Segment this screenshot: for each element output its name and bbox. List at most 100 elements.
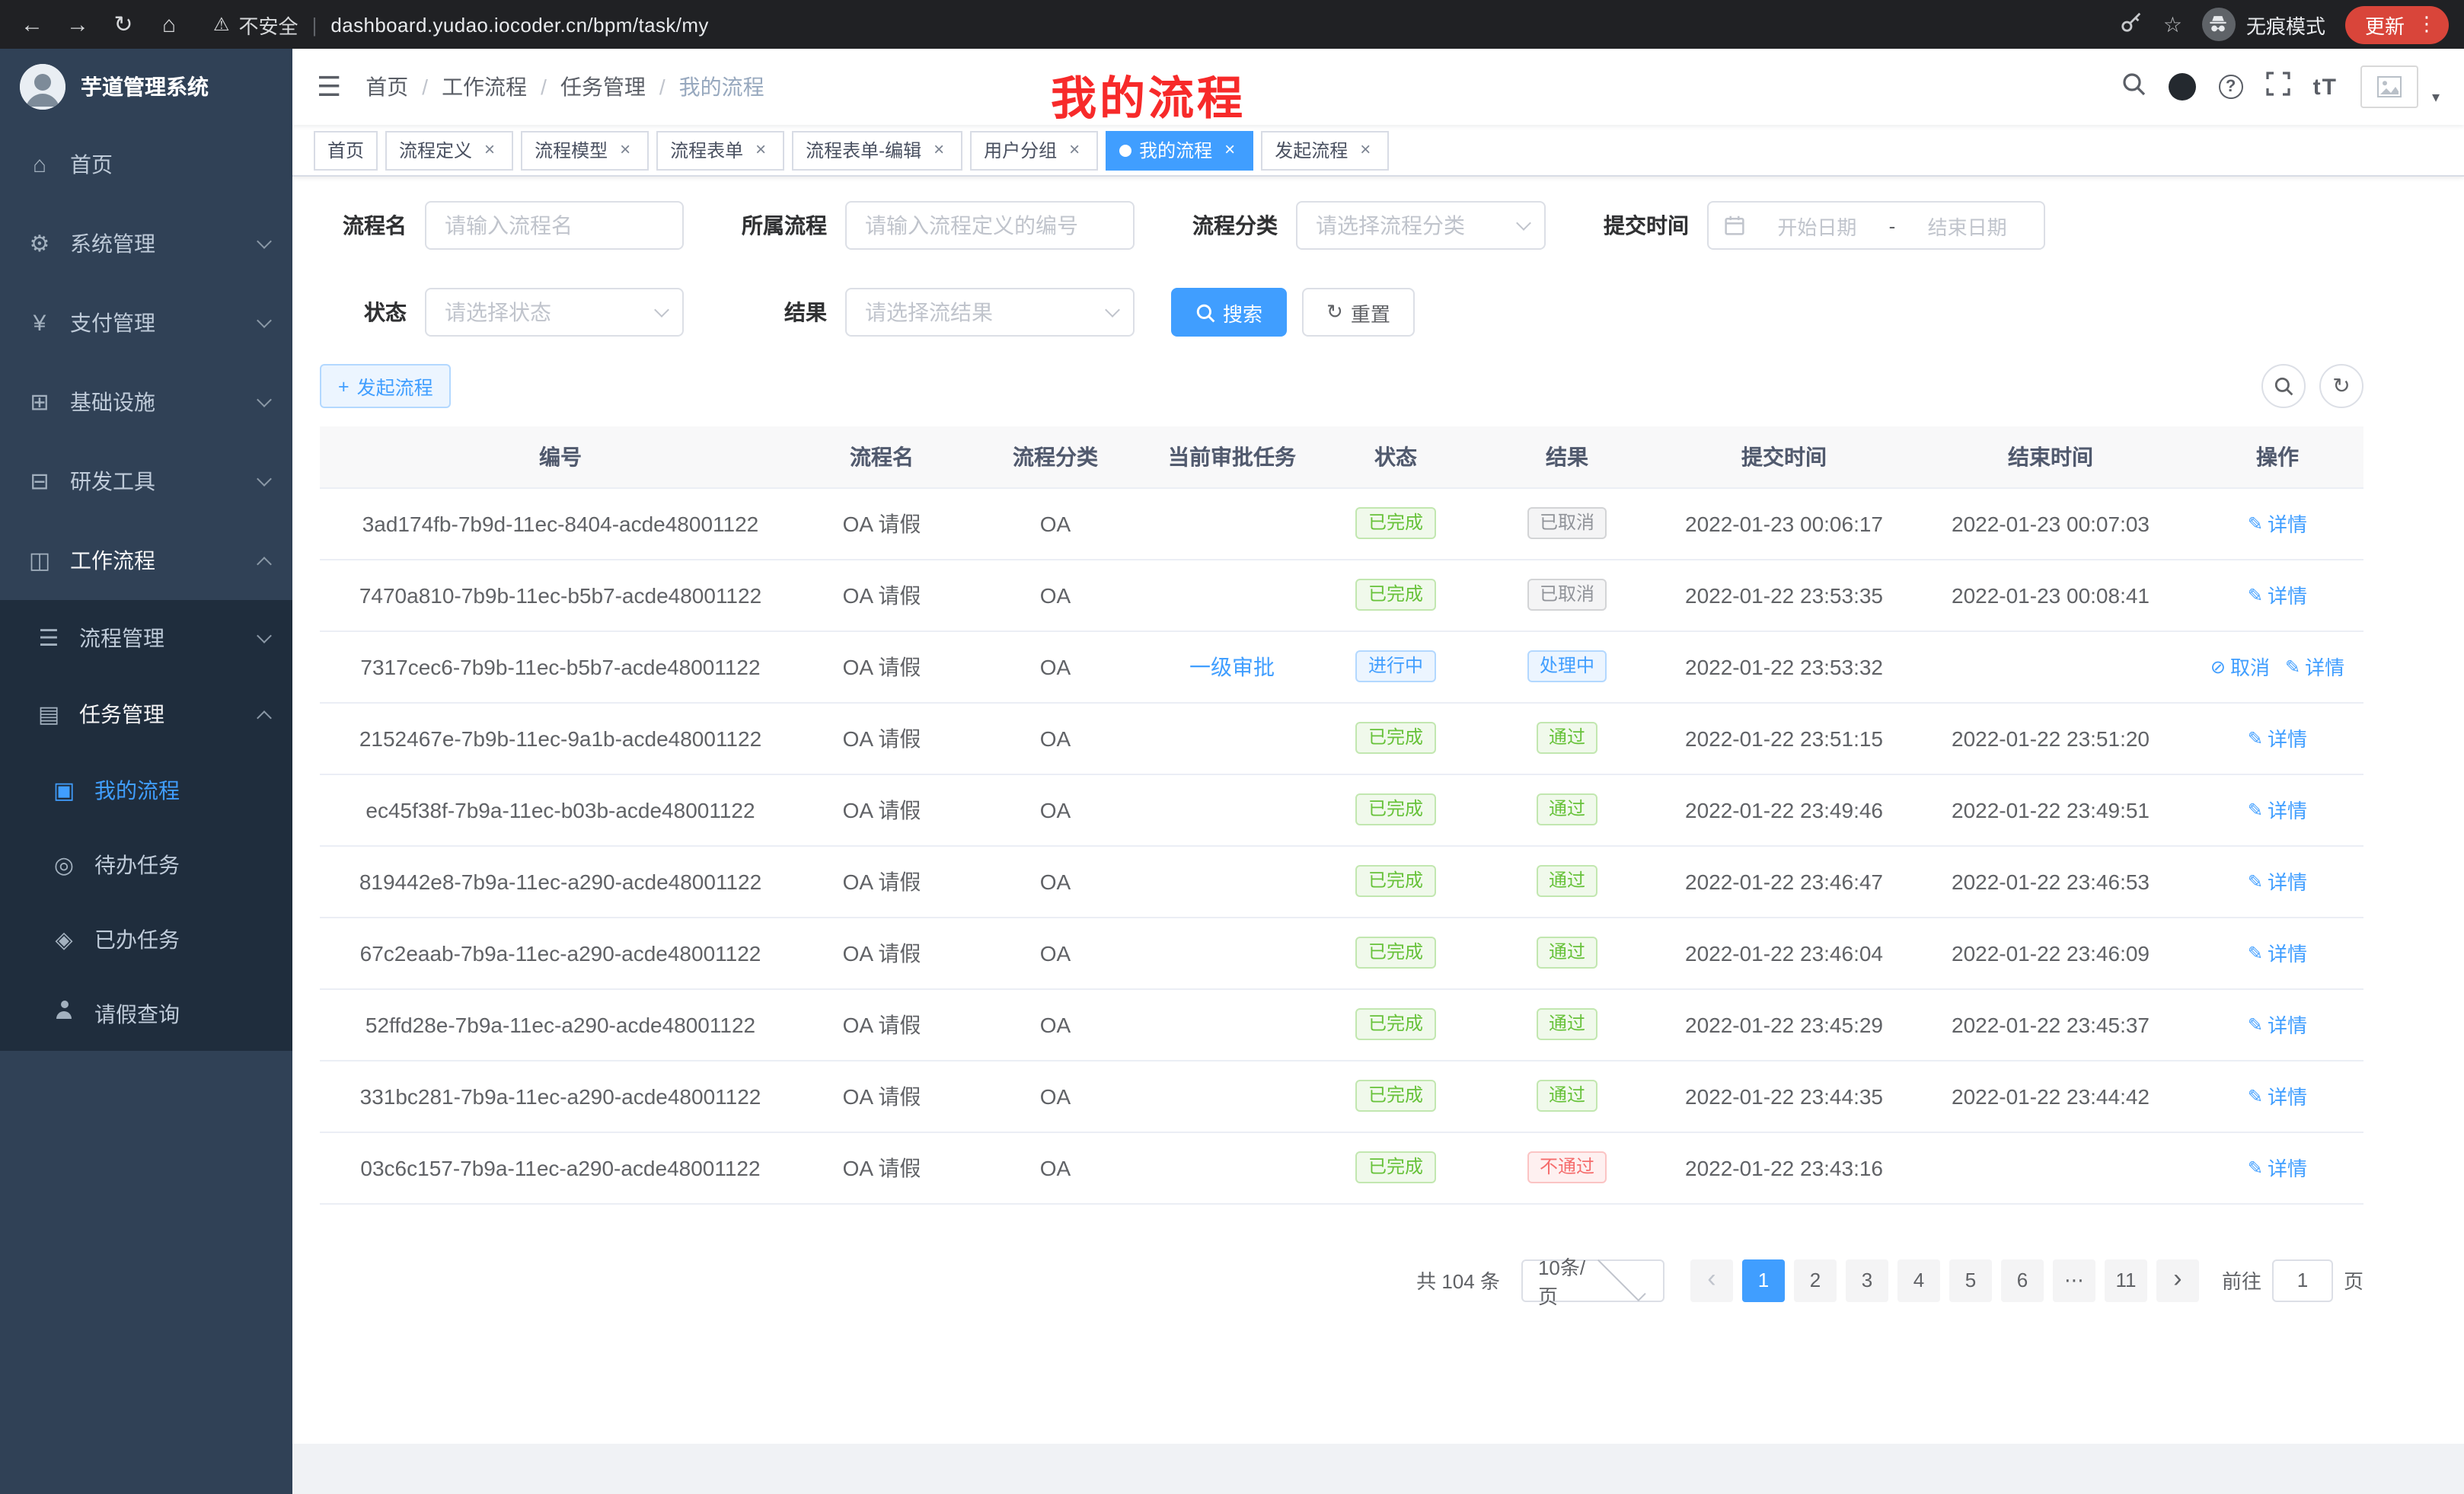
submit-time-range-picker[interactable]: 开始日期 - 结束日期 — [1707, 201, 2045, 250]
browser-home-icon[interactable]: ⌂ — [146, 11, 192, 37]
tab-label: 流程表单-编辑 — [806, 137, 921, 163]
app-logo[interactable]: 芋道管理系统 — [0, 49, 292, 125]
sidebar-item-task-management[interactable]: ▤ 任务管理 — [0, 676, 292, 752]
detail-link[interactable]: ✎详情 — [2248, 1153, 2307, 1182]
detail-link[interactable]: ✎详情 — [2248, 509, 2307, 538]
breadcrumb-item[interactable]: 首页 — [365, 72, 408, 102]
hamburger-icon[interactable]: ☰ — [317, 71, 341, 103]
detail-link[interactable]: ✎详情 — [2248, 867, 2307, 895]
sidebar-item-leave-query[interactable]: 请假查询 — [0, 976, 292, 1051]
close-icon[interactable]: × — [615, 140, 635, 160]
goto-page-input[interactable] — [2272, 1259, 2333, 1301]
back-icon[interactable]: ← — [9, 11, 55, 37]
help-icon[interactable]: ? — [2219, 75, 2243, 99]
detail-link[interactable]: ✎详情 — [2248, 795, 2307, 824]
table-header-row: 编号 流程名 流程分类 当前审批任务 状态 结果 提交时间 结束时间 操作 — [320, 426, 2363, 487]
page-button[interactable]: 11 — [2105, 1259, 2147, 1301]
close-icon[interactable]: × — [929, 140, 949, 160]
page-size-select[interactable]: 10条/页 — [1521, 1259, 1664, 1301]
breadcrumb-item[interactable]: 任务管理 — [560, 72, 646, 102]
chevron-down-icon — [257, 627, 272, 643]
detail-link[interactable]: ✎详情 — [2248, 938, 2307, 967]
process-name-input[interactable] — [425, 201, 684, 250]
update-button[interactable]: 更新 ⋮ — [2345, 5, 2449, 43]
cell-status: 已完成 — [1316, 1132, 1476, 1203]
github-icon[interactable] — [2169, 73, 2196, 101]
detail-link[interactable]: ✎详情 — [2248, 1010, 2307, 1039]
close-icon[interactable]: × — [751, 140, 771, 160]
bookmark-star-icon[interactable]: ☆ — [2163, 11, 2182, 37]
cell-name: OA 请假 — [801, 1132, 962, 1203]
sidebar-item-infrastructure[interactable]: ⊞ 基础设施 — [0, 362, 292, 442]
search-button[interactable]: 搜索 — [1171, 288, 1287, 337]
detail-link[interactable]: ✎详情 — [2285, 652, 2344, 681]
status-select[interactable]: 请选择状态 — [425, 288, 684, 337]
more-pages-button[interactable]: ⋯ — [2053, 1259, 2095, 1301]
next-page-button[interactable]: › — [2156, 1259, 2199, 1301]
current-task-link[interactable]: 一级审批 — [1189, 654, 1275, 678]
page-button[interactable]: 5 — [1949, 1259, 1992, 1301]
category-select[interactable]: 请选择流程分类 — [1296, 201, 1546, 250]
search-icon[interactable] — [2121, 71, 2146, 103]
cancel-link[interactable]: ⊘取消 — [2210, 652, 2270, 681]
page-button[interactable]: 4 — [1897, 1259, 1940, 1301]
avatar-caret-icon[interactable]: ▾ — [2432, 89, 2440, 106]
status-badge: 已完成 — [1356, 722, 1435, 754]
reset-button[interactable]: ↻ 重置 — [1302, 288, 1415, 337]
close-icon[interactable]: × — [480, 140, 500, 160]
cell-result: 处理中 — [1476, 630, 1658, 702]
sidebar-item-my-process[interactable]: ▣ 我的流程 — [0, 752, 292, 827]
sidebar-item-workflow[interactable]: ◫ 工作流程 — [0, 521, 292, 600]
sidebar-item-home[interactable]: ⌂ 首页 — [0, 125, 292, 204]
fullscreen-icon[interactable] — [2266, 71, 2290, 103]
parent-process-input[interactable] — [845, 201, 1135, 250]
sidebar-item-todo-tasks[interactable]: ◎ 待办任务 — [0, 827, 292, 902]
sidebar-item-process-management[interactable]: ☰ 流程管理 — [0, 600, 292, 676]
cell-result: 通过 — [1476, 774, 1658, 845]
chevron-down-icon — [257, 471, 272, 486]
cell-id: 67c2eaab-7b9a-11ec-a290-acde48001122 — [320, 917, 801, 988]
forward-icon[interactable]: → — [55, 11, 101, 37]
create-process-button[interactable]: + 发起流程 — [320, 364, 452, 408]
browser-menu-icon[interactable]: ⋮ — [2417, 12, 2437, 37]
detail-link[interactable]: ✎详情 — [2248, 723, 2307, 752]
page-button[interactable]: 3 — [1846, 1259, 1888, 1301]
close-icon[interactable]: × — [1220, 140, 1240, 160]
toggle-search-button[interactable] — [2261, 364, 2306, 408]
tab-process-model[interactable]: 流程模型 × — [521, 130, 649, 170]
cell-end-time: 2022-01-22 23:51:20 — [1910, 702, 2191, 774]
close-icon[interactable]: × — [1355, 140, 1375, 160]
tab-process-form[interactable]: 流程表单 × — [656, 130, 784, 170]
tab-process-definition[interactable]: 流程定义 × — [385, 130, 513, 170]
table-row: 52ffd28e-7b9a-11ec-a290-acde48001122 OA … — [320, 988, 2363, 1060]
address-bar[interactable]: dashboard.yudao.iocoder.cn/bpm/task/my — [330, 13, 709, 36]
sidebar-item-system[interactable]: ⚙ 系统管理 — [0, 204, 292, 283]
cell-result: 通过 — [1476, 988, 1658, 1060]
table-row: 819442e8-7b9a-11ec-a290-acde48001122 OA … — [320, 845, 2363, 917]
password-key-icon[interactable] — [2121, 11, 2143, 38]
detail-link[interactable]: ✎详情 — [2248, 580, 2307, 609]
tab-my-process[interactable]: 我的流程 × — [1106, 130, 1253, 170]
prev-page-button[interactable]: ‹ — [1690, 1259, 1733, 1301]
chevron-down-icon — [1598, 1253, 1646, 1301]
refresh-table-button[interactable]: ↻ — [2319, 364, 2363, 408]
cell-end-time — [1910, 630, 2191, 702]
page-button[interactable]: 2 — [1794, 1259, 1837, 1301]
close-icon[interactable]: × — [1064, 140, 1084, 160]
page-button[interactable]: 6 — [2001, 1259, 2044, 1301]
page-button[interactable]: 1 — [1742, 1259, 1785, 1301]
reload-icon[interactable]: ↻ — [101, 11, 146, 38]
sidebar-item-devtools[interactable]: ⊟ 研发工具 — [0, 442, 292, 521]
security-chip[interactable]: ⚠ 不安全 — [213, 10, 298, 39]
detail-link[interactable]: ✎详情 — [2248, 1081, 2307, 1110]
result-select[interactable]: 请选择流结果 — [845, 288, 1135, 337]
breadcrumb-item[interactable]: 工作流程 — [442, 72, 527, 102]
avatar[interactable] — [2360, 65, 2418, 108]
tab-user-group[interactable]: 用户分组 × — [970, 130, 1098, 170]
font-size-icon[interactable]: tT — [2313, 74, 2338, 100]
sidebar-item-payment[interactable]: ¥ 支付管理 — [0, 283, 292, 362]
tab-process-form-edit[interactable]: 流程表单-编辑 × — [792, 130, 962, 170]
tab-start-process[interactable]: 发起流程 × — [1261, 130, 1389, 170]
tab-home[interactable]: 首页 — [314, 130, 378, 170]
sidebar-item-done-tasks[interactable]: ◈ 已办任务 — [0, 902, 292, 976]
